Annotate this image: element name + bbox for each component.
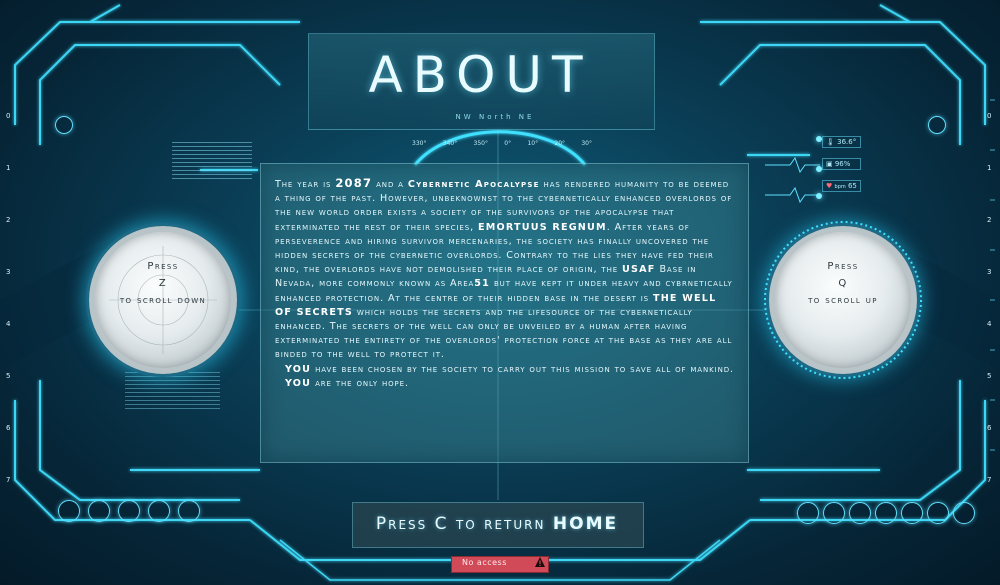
story-seg: and a xyxy=(372,179,408,190)
axis-num: 7 xyxy=(987,476,992,484)
gauge-icon xyxy=(88,500,110,522)
axis-num: 7 xyxy=(6,476,11,484)
return-home-label: Press C to return HOME xyxy=(375,514,619,534)
story-you: YOU xyxy=(285,377,312,389)
compass-degree: 330° xyxy=(412,140,427,147)
axis-num: 1 xyxy=(987,164,992,172)
access-label: No access xyxy=(462,558,507,567)
dial-press-text: Press xyxy=(827,261,859,272)
corner-ring-left xyxy=(55,116,73,134)
ring-icon xyxy=(875,502,897,524)
stat-heart-rate: ♥ bpm 65 xyxy=(822,180,861,192)
story-closing: YOU have been chosen by the society to c… xyxy=(275,363,737,391)
scroll-up-label: Press Q to scroll up xyxy=(775,258,911,309)
hud-data-block-left xyxy=(172,142,252,182)
axis-num: 6 xyxy=(6,424,11,432)
story-society: EMORTUUS REGNUM xyxy=(477,221,607,233)
status-dot xyxy=(816,193,822,199)
axis-num: 6 xyxy=(987,424,992,432)
compass-degrees: 330° 340° 350° 0° 10° 20° 30° xyxy=(412,140,592,147)
ring-icon xyxy=(953,502,975,524)
dial-key-text: Z xyxy=(158,278,168,289)
story-apocalypse: Cybernetic Apocalypse xyxy=(407,179,540,190)
status-dot xyxy=(816,166,822,172)
dial-key-text: Q xyxy=(838,278,848,289)
corner-ring-right xyxy=(928,116,946,134)
gauge-icon xyxy=(178,500,200,522)
compass-strip: NW North NE xyxy=(430,113,560,121)
axis-num: 2 xyxy=(987,216,992,224)
axis-num: 2 xyxy=(6,216,11,224)
axis-numbers-left: 0 1 2 3 4 5 6 7 xyxy=(6,112,16,528)
stat-temperature: 🌡 36.6° xyxy=(822,136,861,148)
dial-press-text: Press xyxy=(147,261,179,272)
compass-label: NE xyxy=(518,113,535,121)
gauge-icon xyxy=(58,500,80,522)
gauge-row-left xyxy=(58,500,200,522)
scroll-down-label: Press Z to scroll down xyxy=(95,258,231,309)
compass-degree: 10° xyxy=(527,140,539,147)
axis-numbers-right: 0 1 2 3 4 5 6 7 xyxy=(987,112,997,528)
ring-icon xyxy=(901,502,923,524)
story-seg: The year is xyxy=(275,179,336,190)
compass-degree: 0° xyxy=(504,140,512,147)
axis-num: 3 xyxy=(987,268,992,276)
gauge-icon xyxy=(148,500,170,522)
stat-percentage: ▣ 96% xyxy=(822,158,861,170)
story-usaf: USAF xyxy=(622,264,656,276)
dial-action-text: to scroll down xyxy=(119,295,207,306)
axis-num: 4 xyxy=(987,320,992,328)
axis-num: 3 xyxy=(6,268,11,276)
ring-icon xyxy=(849,502,871,524)
warning-icon xyxy=(535,557,545,567)
compass-label: NW xyxy=(455,113,474,121)
gauge-icon xyxy=(118,500,140,522)
page-title: ABOUT xyxy=(368,46,593,104)
ring-icon xyxy=(797,502,819,524)
ring-icon xyxy=(927,502,949,524)
status-dot xyxy=(816,136,822,142)
hud-data-block-left-low xyxy=(125,372,220,410)
axis-num: 0 xyxy=(987,112,992,120)
axis-num: 4 xyxy=(6,320,11,328)
story-you: YOU xyxy=(285,363,312,375)
story-area: 51 xyxy=(474,278,491,290)
dial-action-text: to scroll up xyxy=(808,295,878,306)
axis-num: 1 xyxy=(6,164,11,172)
ring-icon xyxy=(823,502,845,524)
stats-column: 🌡 36.6° ▣ 96% ♥ bpm 65 xyxy=(822,136,861,192)
compass-degree: 340° xyxy=(442,140,458,147)
story-year: 2087 xyxy=(335,176,373,190)
compass-degree: 350° xyxy=(473,140,488,147)
axis-num: 5 xyxy=(987,372,992,380)
axis-num: 0 xyxy=(6,112,11,120)
compass-degree: 30° xyxy=(581,140,592,147)
story-seg: have been chosen by the society to carry… xyxy=(311,363,734,375)
story-seg: are the only hope. xyxy=(311,377,409,389)
ring-row-right xyxy=(797,502,975,524)
compass-degree: 20° xyxy=(554,140,566,147)
compass-label: North xyxy=(478,113,514,121)
story-text: The year is 2087 and a Cybernetic Apocal… xyxy=(275,176,737,391)
axis-num: 5 xyxy=(6,372,11,380)
